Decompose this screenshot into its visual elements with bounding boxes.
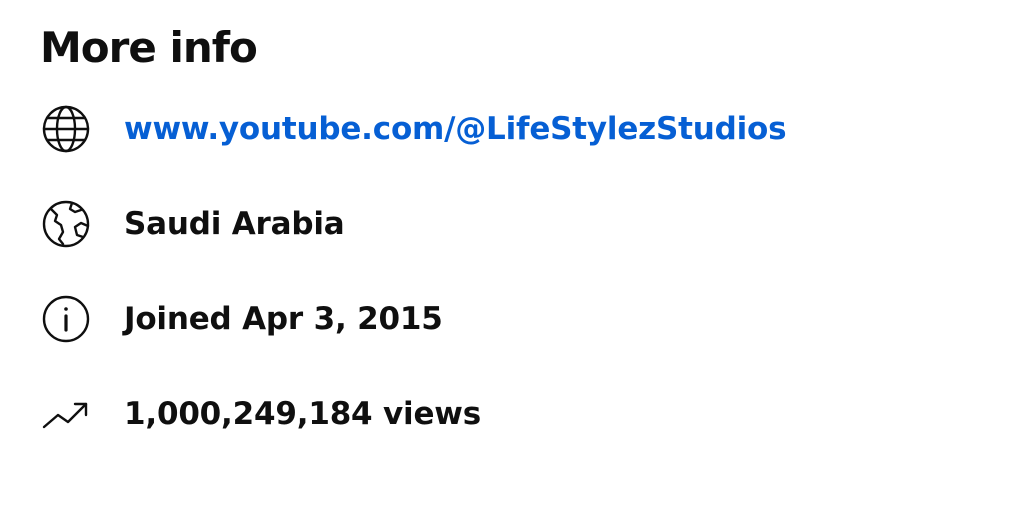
channel-joined-date: Joined Apr 3, 2015 (124, 301, 443, 337)
info-row-joined: Joined Apr 3, 2015 (40, 293, 443, 345)
info-icon (40, 293, 92, 345)
world-map-icon (40, 198, 92, 250)
trending-up-icon (40, 388, 92, 440)
info-row-website: www.youtube.com/@LifeStylezStudios (40, 103, 787, 155)
globe-icon (40, 103, 92, 155)
channel-website-link[interactable]: www.youtube.com/@LifeStylezStudios (124, 109, 787, 149)
info-row-country: Saudi Arabia (40, 198, 345, 250)
channel-country: Saudi Arabia (124, 206, 345, 242)
channel-view-count: 1,000,249,184 views (124, 396, 481, 432)
section-title: More info (40, 23, 258, 72)
info-row-views: 1,000,249,184 views (40, 388, 481, 440)
